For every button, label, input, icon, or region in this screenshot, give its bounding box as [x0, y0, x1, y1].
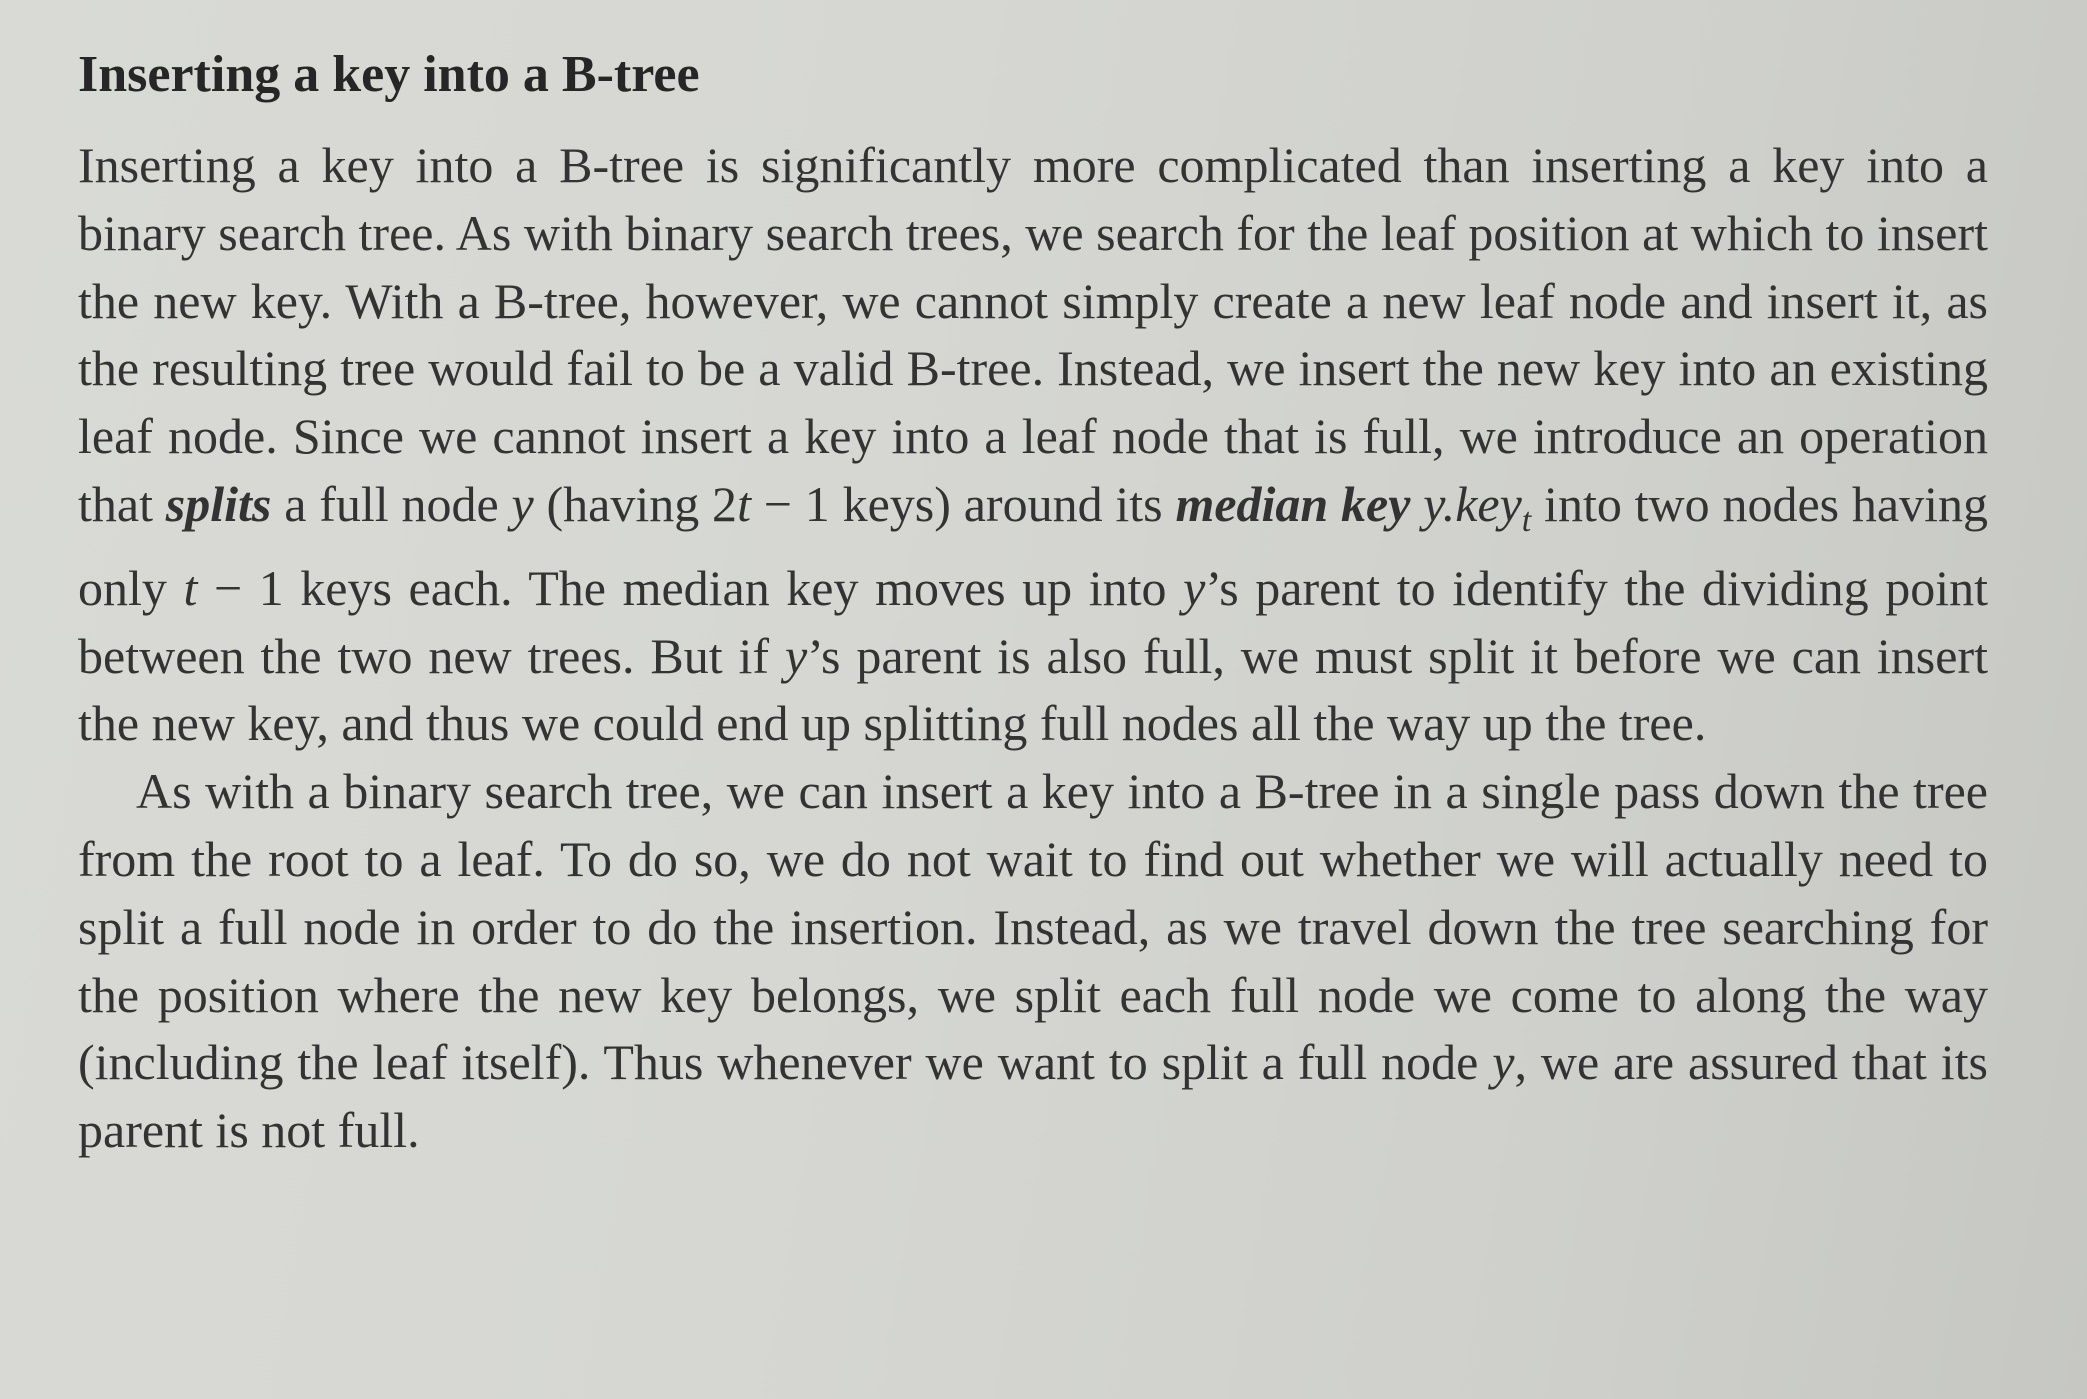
- expr-y-key: y.key: [1423, 475, 1522, 532]
- subscript-t: t: [1521, 501, 1532, 539]
- var-y-3: y: [784, 627, 808, 684]
- p1-text-2: a full node: [271, 475, 512, 532]
- p1-text-7: − 1 keys each. The median key moves up i…: [197, 559, 1184, 616]
- p1-text-4: − 1 keys) around its: [750, 475, 1176, 532]
- var-y-4: y: [1492, 1034, 1515, 1091]
- var-t: t: [737, 475, 751, 532]
- var-y-2: y: [1183, 559, 1206, 616]
- p1-text-3: (having 2: [533, 475, 738, 532]
- paragraph-2: As with a binary search tree, we can ins…: [78, 758, 1988, 1165]
- median-key-term: median key: [1175, 475, 1411, 532]
- section-heading: Inserting a key into a B-tree: [78, 46, 700, 103]
- paragraph-1: Inserting a key into a B-tree is signifi…: [78, 132, 1988, 758]
- var-t-2: t: [183, 559, 198, 616]
- var-y: y: [511, 475, 534, 532]
- book-page: Inserting a key into a B-tree Inserting …: [78, 40, 1988, 1370]
- splits-term: splits: [165, 475, 272, 532]
- p1-text-5: [1410, 476, 1423, 532]
- p1-text-1: Inserting a key into a B-tree is signifi…: [78, 137, 1988, 532]
